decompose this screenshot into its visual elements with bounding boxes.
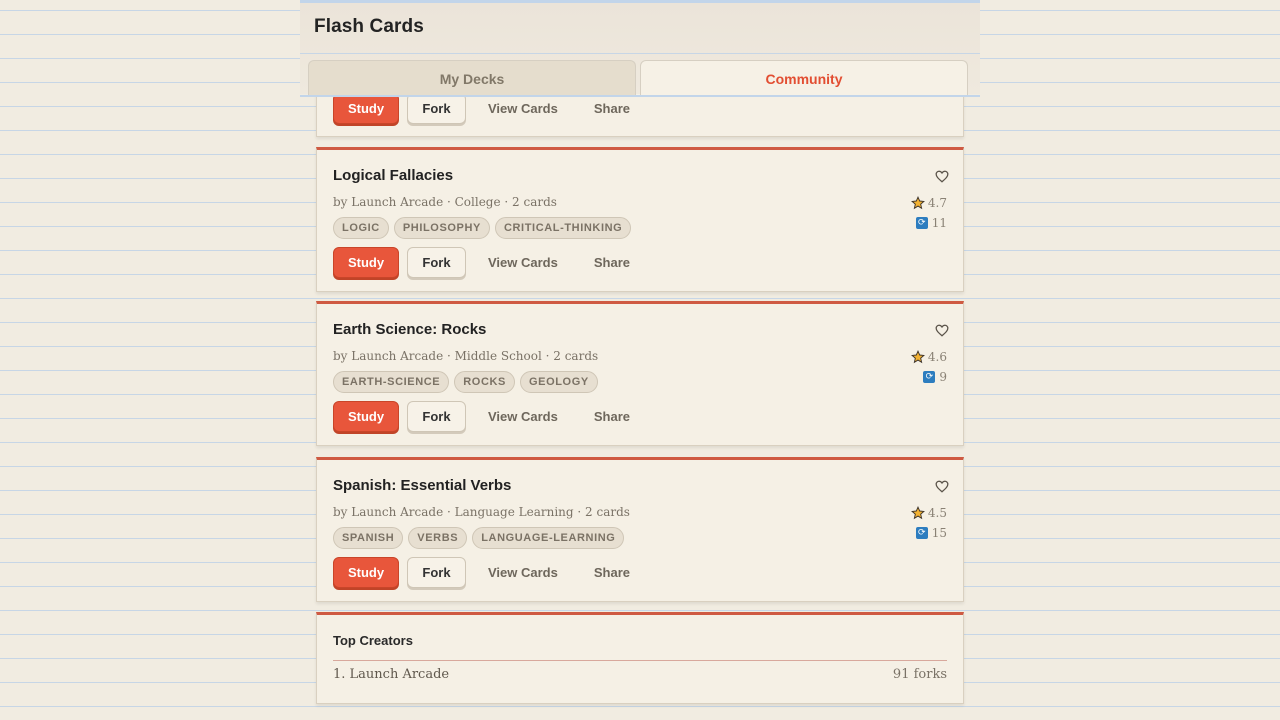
star-icon <box>910 196 925 210</box>
creator-name[interactable]: 1. Launch Arcade <box>333 667 449 682</box>
divider <box>300 95 980 97</box>
tag[interactable]: GEOLOGY <box>519 371 598 393</box>
app-header: Flash Cards My Decks Community <box>300 0 980 97</box>
fork-button[interactable]: Fork <box>407 401 466 432</box>
deck-rating: 4.6 <box>910 350 947 364</box>
deck-rating: 4.7 <box>910 196 947 210</box>
star-icon <box>910 350 925 364</box>
tab-my-decks[interactable]: My Decks <box>308 60 636 97</box>
tab-community[interactable]: Community <box>640 60 968 97</box>
tag[interactable]: SPANISH <box>333 527 404 549</box>
view-cards-button[interactable]: View Cards <box>488 101 558 116</box>
share-button[interactable]: Share <box>594 409 630 424</box>
view-cards-button[interactable]: View Cards <box>488 255 558 270</box>
rating-value: 4.6 <box>927 350 947 364</box>
study-button[interactable]: Study <box>333 247 399 278</box>
deck-meta: by Launch Arcade · Language Learning · 2… <box>333 505 630 519</box>
study-button[interactable]: Study <box>333 401 399 432</box>
heart-icon[interactable] <box>935 170 949 183</box>
top-creators-panel: Top Creators 1. Launch Arcade 91 forks <box>316 612 964 704</box>
flash-cards-app: Study Fork View Cards Share Logical Fall… <box>300 0 980 720</box>
share-button[interactable]: Share <box>594 565 630 580</box>
deck-meta: by Launch Arcade · Middle School · 2 car… <box>333 349 599 363</box>
share-button[interactable]: Share <box>594 255 630 270</box>
deck-rating: 4.5 <box>910 506 947 520</box>
tag[interactable]: ROCKS <box>454 371 515 393</box>
deck-tags: EARTH-SCIENCE ROCKS GEOLOGY <box>333 371 598 393</box>
rating-value: 4.7 <box>927 196 947 210</box>
view-cards-button[interactable]: View Cards <box>488 409 558 424</box>
deck-actions: Study Fork View Cards Share <box>333 247 630 278</box>
divider <box>333 660 947 661</box>
deck-card: Spanish: Essential Verbs by Launch Arcad… <box>316 457 964 602</box>
deck-actions: Study Fork View Cards Share <box>333 557 630 588</box>
fork-button[interactable]: Fork <box>407 93 466 124</box>
star-icon <box>910 506 925 520</box>
fork-count-icon: ⟳ <box>915 217 928 229</box>
view-cards-button[interactable]: View Cards <box>488 565 558 580</box>
fork-button[interactable]: Fork <box>407 557 466 588</box>
divider <box>300 53 980 54</box>
community-deck-list[interactable]: Study Fork View Cards Share Logical Fall… <box>316 0 964 720</box>
tag[interactable]: VERBS <box>408 527 468 549</box>
deck-tags: SPANISH VERBS LANGUAGE-LEARNING <box>333 527 625 549</box>
tag[interactable]: EARTH-SCIENCE <box>333 371 450 393</box>
deck-title: Earth Science: Rocks <box>333 321 487 338</box>
top-creators-title: Top Creators <box>333 633 413 648</box>
deck-actions: Study Fork View Cards Share <box>333 93 630 124</box>
deck-title: Spanish: Essential Verbs <box>333 477 512 494</box>
creator-fork-total: 91 forks <box>892 667 947 682</box>
tag[interactable]: LANGUAGE-LEARNING <box>472 527 625 549</box>
deck-actions: Study Fork View Cards Share <box>333 401 630 432</box>
tag[interactable]: CRITICAL-THINKING <box>494 217 632 239</box>
fork-count-icon: ⟳ <box>915 527 928 539</box>
share-button[interactable]: Share <box>594 101 630 116</box>
tag[interactable]: PHILOSOPHY <box>393 217 490 239</box>
deck-fork-count: ⟳ 11 <box>915 216 947 230</box>
rating-value: 4.5 <box>927 506 947 520</box>
deck-fork-count: ⟳ 9 <box>923 370 947 384</box>
deck-tags: LOGIC PHILOSOPHY CRITICAL-THINKING <box>333 217 632 239</box>
fork-count-value: 15 <box>931 526 947 540</box>
fork-button[interactable]: Fork <box>407 247 466 278</box>
fork-count-value: 11 <box>931 216 947 230</box>
deck-meta: by Launch Arcade · College · 2 cards <box>333 195 557 209</box>
app-title: Flash Cards <box>314 16 424 37</box>
heart-icon[interactable] <box>935 324 949 337</box>
deck-card: Logical Fallacies by Launch Arcade · Col… <box>316 147 964 292</box>
study-button[interactable]: Study <box>333 557 399 588</box>
deck-card: Earth Science: Rocks by Launch Arcade · … <box>316 301 964 446</box>
fork-count-value: 9 <box>939 370 947 384</box>
fork-count-icon: ⟳ <box>923 371 936 383</box>
heart-icon[interactable] <box>935 480 949 493</box>
deck-fork-count: ⟳ 15 <box>915 526 947 540</box>
study-button[interactable]: Study <box>333 93 399 124</box>
deck-title: Logical Fallacies <box>333 167 454 184</box>
tag[interactable]: LOGIC <box>333 217 389 239</box>
